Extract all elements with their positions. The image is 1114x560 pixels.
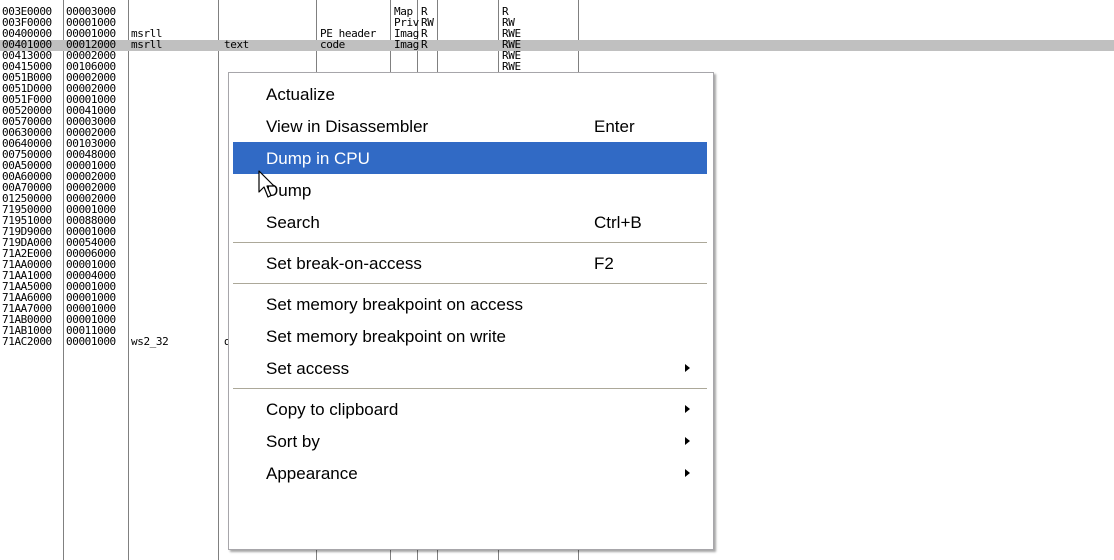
menu-item-set-memory-breakpoint-on-write[interactable]: Set memory breakpoint on write bbox=[233, 320, 707, 352]
menu-item-copy-to-clipboard[interactable]: Copy to clipboard bbox=[233, 393, 707, 425]
submenu-arrow-icon bbox=[685, 437, 690, 445]
menu-item-set-memory-breakpoint-on-access[interactable]: Set memory breakpoint on access bbox=[233, 288, 707, 320]
size-cell: 00001000 bbox=[66, 335, 116, 348]
menu-separator bbox=[233, 388, 707, 389]
table-row[interactable]: 003E0000 00003000 Map R R bbox=[0, 6, 1114, 18]
address-cell: 71AC2000 bbox=[2, 335, 52, 348]
menu-item-shortcut: F2 bbox=[594, 254, 614, 273]
menu-item-actualize[interactable]: Actualize bbox=[233, 78, 707, 110]
submenu-arrow-icon bbox=[685, 469, 690, 477]
owner-cell: ws2_32 bbox=[131, 335, 169, 348]
context-menu: Actualize View in Disassembler Enter Dump i… bbox=[228, 72, 714, 550]
menu-item-label: Actualize bbox=[266, 85, 335, 104]
menu-item-label: Search bbox=[266, 213, 320, 232]
menu-separator bbox=[233, 283, 707, 284]
section-cell: text bbox=[224, 38, 249, 51]
menu-item-dump-in-cpu[interactable]: Dump in CPU bbox=[233, 142, 707, 174]
submenu-arrow-icon bbox=[685, 364, 690, 372]
menu-item-set-access[interactable]: Set access bbox=[233, 352, 707, 384]
menu-item-label: Sort by bbox=[266, 432, 320, 451]
menu-item-label: Set memory breakpoint on access bbox=[266, 295, 524, 314]
mouse-pointer-icon bbox=[258, 170, 275, 198]
menu-item-dump[interactable]: Dump bbox=[233, 174, 707, 206]
menu-item-sort-by[interactable]: Sort by bbox=[233, 425, 707, 457]
menu-item-label: Copy to clipboard bbox=[266, 400, 399, 419]
menu-item-label: Set break-on-access bbox=[266, 254, 422, 273]
menu-item-label: Set access bbox=[266, 359, 350, 378]
menu-item-search[interactable]: Search Ctrl+B bbox=[233, 206, 707, 238]
menu-item-shortcut: Ctrl+B bbox=[594, 213, 642, 232]
table-row[interactable]: 00400000 00001000 msrll PE header Imag R RWE bbox=[0, 28, 1114, 40]
owner-cell: msrll bbox=[131, 38, 163, 51]
menu-item-label: Appearance bbox=[266, 464, 358, 483]
menu-item-label: View in Disassembler bbox=[266, 117, 429, 136]
type-cell: Imag bbox=[394, 38, 419, 51]
access-cell: R bbox=[421, 38, 428, 51]
menu-item-label: Dump in CPU bbox=[266, 149, 370, 168]
menu-item-view-in-disassembler[interactable]: View in Disassembler Enter bbox=[233, 110, 707, 142]
menu-item-shortcut: Enter bbox=[594, 117, 635, 136]
menu-item-set-break-on-access[interactable]: Set break-on-access F2 bbox=[233, 247, 707, 279]
menu-item-appearance[interactable]: Appearance bbox=[233, 457, 707, 489]
table-row[interactable]: 00413000 00002000 RWE bbox=[0, 50, 1114, 62]
contains-cell: code bbox=[320, 38, 345, 51]
menu-item-label: Set memory breakpoint on write bbox=[266, 327, 506, 346]
table-row[interactable]: 00401000 00012000 msrll text code Imag R RWE bbox=[0, 38, 1114, 51]
submenu-arrow-icon bbox=[685, 405, 690, 413]
table-row[interactable]: 003F0000 00001000 Priv RW RW bbox=[0, 17, 1114, 29]
menu-separator bbox=[233, 242, 707, 243]
